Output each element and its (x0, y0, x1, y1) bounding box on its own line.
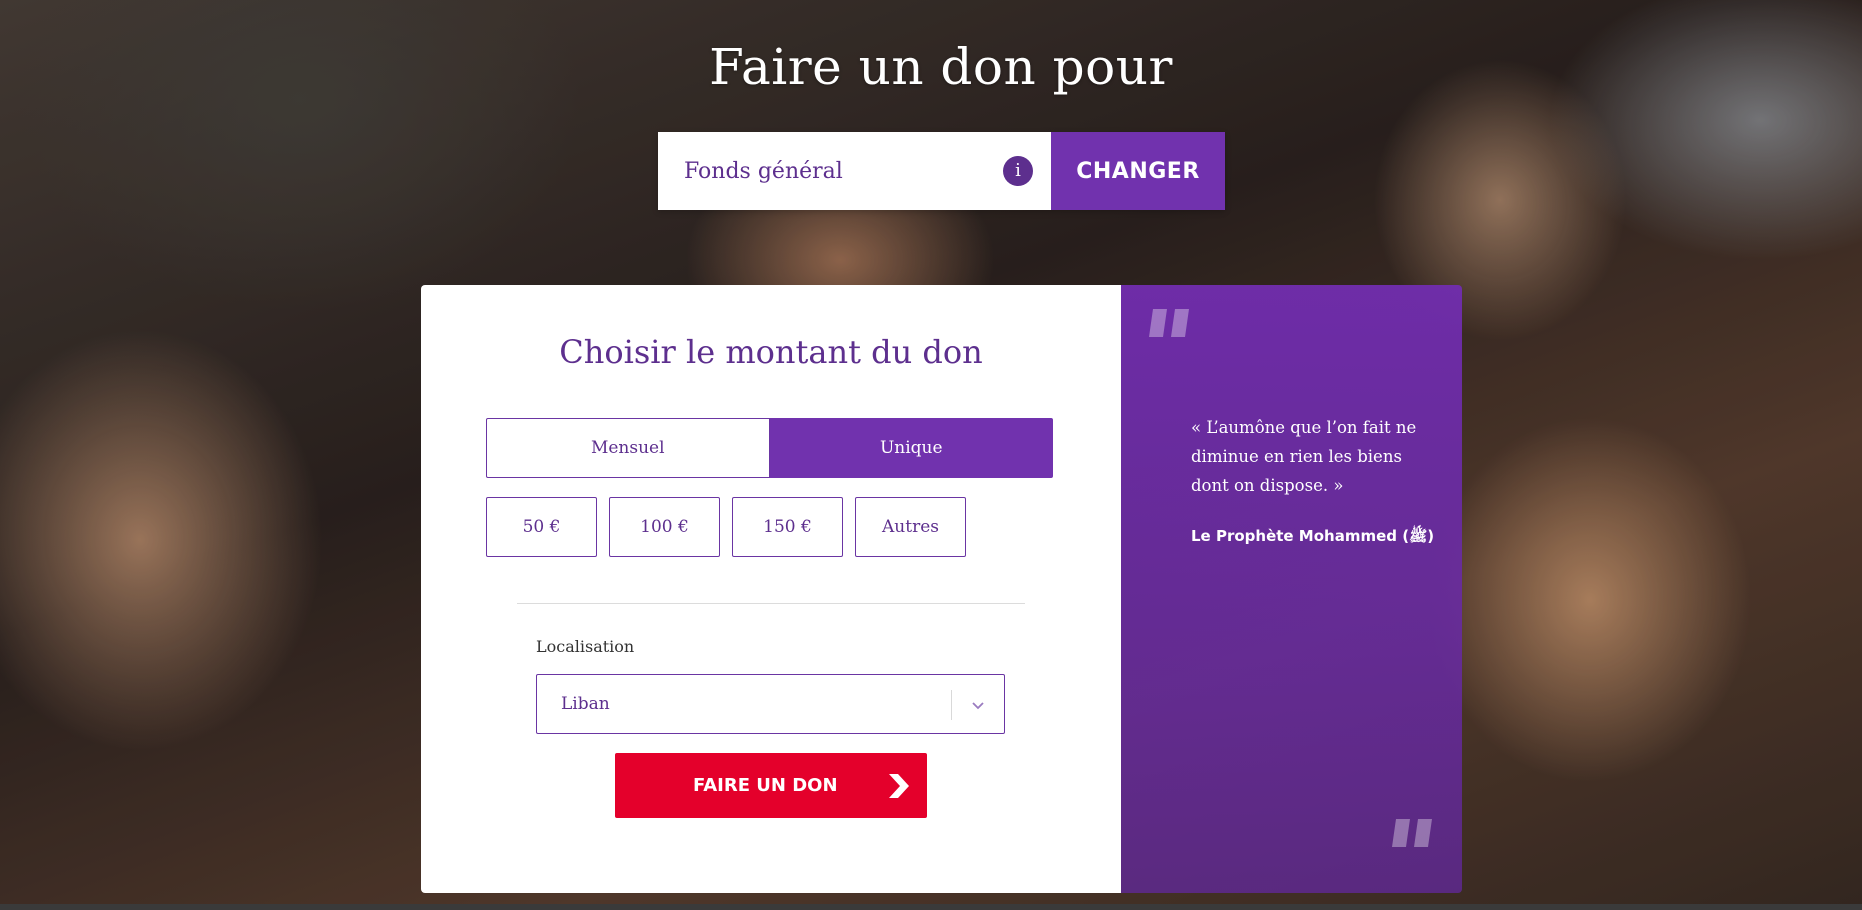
amount-options: 50 € 100 € 150 € Autres (486, 497, 966, 557)
quote-author: Le Prophète Mohammed (ﷺ) (1191, 527, 1435, 545)
page-bottom-edge (0, 904, 1862, 910)
donation-card: Choisir le montant du don Mensuel Unique… (421, 285, 1121, 893)
fund-selector: Fonds général i CHANGER (658, 132, 1225, 210)
arrow-right-icon (889, 774, 909, 798)
close-quote-icon (1392, 819, 1432, 847)
frequency-option-one-time[interactable]: Unique (769, 418, 1053, 478)
amount-option-50[interactable]: 50 € (486, 497, 597, 557)
location-selected-value: Liban (561, 694, 610, 714)
quote-text: « L’aumône que l’on fait ne diminue en r… (1191, 418, 1417, 495)
info-icon[interactable]: i (1003, 156, 1033, 186)
quote-panel: « L’aumône que l’on fait ne diminue en r… (1121, 285, 1462, 893)
donation-card-title: Choisir le montant du don (559, 333, 983, 371)
frequency-option-monthly[interactable]: Mensuel (486, 418, 770, 478)
amount-option-100[interactable]: 100 € (609, 497, 720, 557)
location-label: Localisation (536, 637, 635, 656)
frequency-toggle: Mensuel Unique (486, 418, 1053, 478)
change-fund-button[interactable]: CHANGER (1051, 132, 1225, 210)
page-title: Faire un don pour (709, 38, 1173, 96)
chevron-down-icon (972, 702, 984, 710)
donate-button[interactable]: FAIRE UN DON (615, 753, 927, 818)
amount-option-other[interactable]: Autres (855, 497, 966, 557)
open-quote-icon (1149, 309, 1189, 337)
donate-button-label: FAIRE UN DON (693, 775, 838, 796)
location-select[interactable]: Liban (536, 674, 1005, 734)
divider (517, 603, 1025, 604)
select-separator (951, 690, 952, 720)
selected-fund-name: Fonds général (684, 158, 843, 184)
fund-field: Fonds général i (658, 132, 1051, 210)
amount-option-150[interactable]: 150 € (732, 497, 843, 557)
